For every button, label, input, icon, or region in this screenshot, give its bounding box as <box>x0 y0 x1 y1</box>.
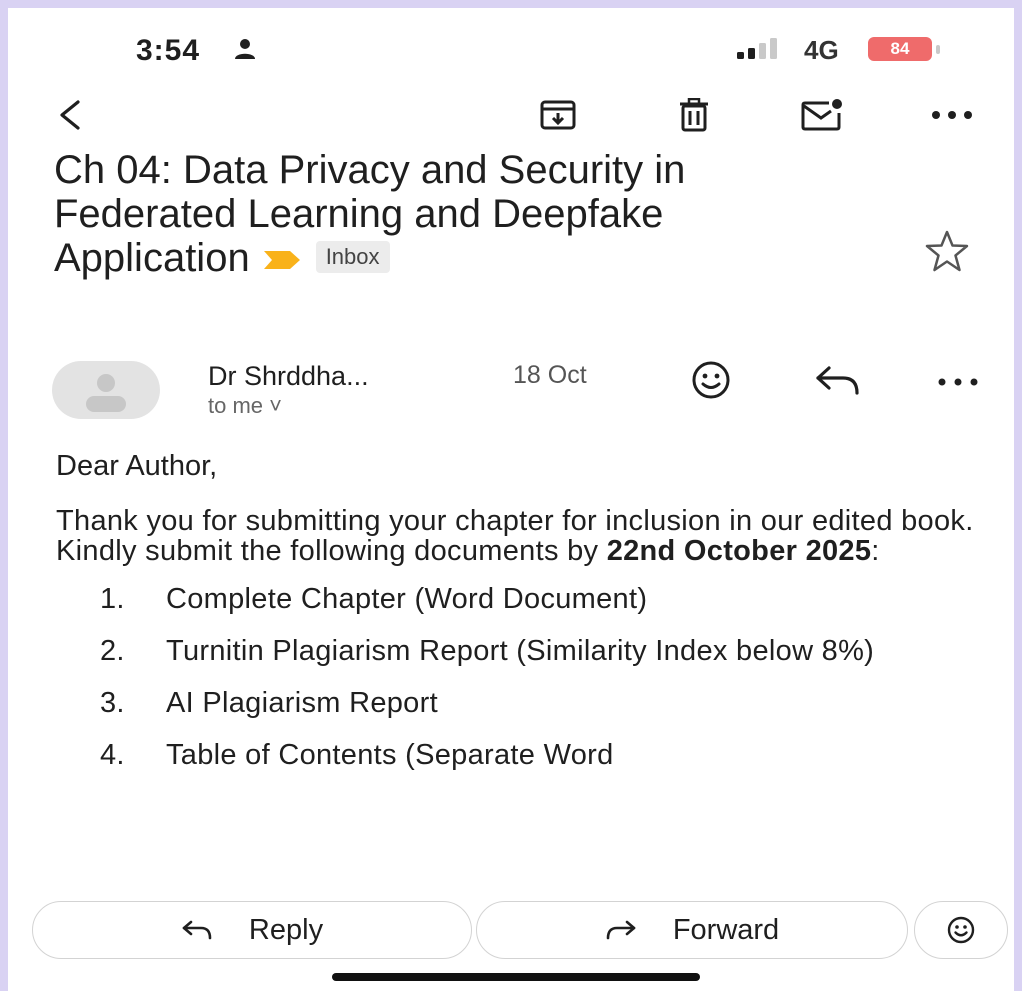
deadline: 22nd October 2025 <box>606 535 872 567</box>
document-list: 1. Complete Chapter (Word Document) 2. Tur… <box>56 584 986 770</box>
email-body: Dear Author, Thank you for submitting yo… <box>56 448 986 792</box>
list-text: Complete Chapter (Word Document) <box>166 583 648 615</box>
archive-icon <box>540 100 576 130</box>
more-horizontal-icon <box>932 111 972 119</box>
importance-label-icon <box>263 251 300 270</box>
more-options-button[interactable] <box>930 95 974 135</box>
intro-paragraph: Thank you for submitting your chapter fo… <box>56 506 986 566</box>
phone-screen: 3:54 4G 84 Ch 04: Data Privacy and Secur… <box>8 8 1014 991</box>
list-text: Table of Contents (Separate Word <box>166 739 614 771</box>
back-arrow-icon <box>60 100 80 130</box>
list-text: AI Plagiarism Report <box>166 687 438 719</box>
list-item: 3. AI Plagiarism Report <box>56 688 986 718</box>
status-bar: 3:54 4G 84 <box>8 8 1014 78</box>
status-time: 3:54 <box>136 34 201 67</box>
smiley-icon <box>947 916 975 944</box>
list-text: Turnitin Plagiarism Report (Similarity I… <box>166 635 875 667</box>
reply-icon[interactable] <box>813 363 863 401</box>
emoji-reaction-button[interactable] <box>914 901 1008 959</box>
mail-unread-icon <box>801 99 842 131</box>
delete-button[interactable] <box>672 95 716 135</box>
forward-button[interactable]: Forward <box>476 901 908 959</box>
battery-icon: 84 <box>868 35 948 65</box>
email-subject: Ch 04: Data Privacy and Security in Fede… <box>54 148 834 280</box>
battery-level: 84 <box>868 37 932 61</box>
battery-tip <box>936 45 940 54</box>
list-item: 1. Complete Chapter (Word Document) <box>56 584 986 614</box>
list-number: 4. <box>100 739 125 771</box>
list-item: 4. Table of Contents (Separate Word <box>56 740 986 770</box>
back-button[interactable] <box>48 95 92 135</box>
forward-arrow-icon <box>606 920 636 940</box>
inbox-label-chip[interactable]: Inbox <box>315 241 390 274</box>
list-item: 2. Turnitin Plagiarism Report (Similarity… <box>56 636 986 666</box>
mark-unread-button[interactable] <box>801 95 845 135</box>
reply-button[interactable]: Reply <box>32 901 472 959</box>
forward-label: Forward <box>672 913 780 946</box>
home-indicator[interactable] <box>332 973 700 981</box>
star-icon[interactable] <box>922 226 972 276</box>
list-number: 3. <box>100 687 125 719</box>
sender-name[interactable]: Dr Shrddha... <box>208 361 369 392</box>
bottom-action-bar: Reply Forward <box>8 895 1014 965</box>
email-date: 18 Oct <box>513 361 587 389</box>
sender-row: Dr Shrddha... 18 Oct to me ˅ <box>8 353 1014 433</box>
signal-icon <box>737 38 777 59</box>
avatar[interactable] <box>52 361 160 419</box>
trash-icon <box>680 98 708 132</box>
avatar-person-icon <box>86 374 126 412</box>
person-icon <box>235 39 255 59</box>
message-more-icon[interactable] <box>933 367 983 397</box>
recipient-details[interactable]: to me ˅ <box>208 393 282 419</box>
reply-label: Reply <box>248 913 324 946</box>
intro-end: : <box>871 535 880 567</box>
email-toolbar <box>8 83 1014 143</box>
greeting: Dear Author, <box>56 450 218 482</box>
list-number: 2. <box>100 635 125 667</box>
emoji-reaction-icon[interactable] <box>690 359 732 401</box>
archive-button[interactable] <box>536 95 580 135</box>
list-number: 1. <box>100 583 125 615</box>
network-type: 4G <box>804 35 839 65</box>
reply-arrow-icon <box>182 920 212 940</box>
